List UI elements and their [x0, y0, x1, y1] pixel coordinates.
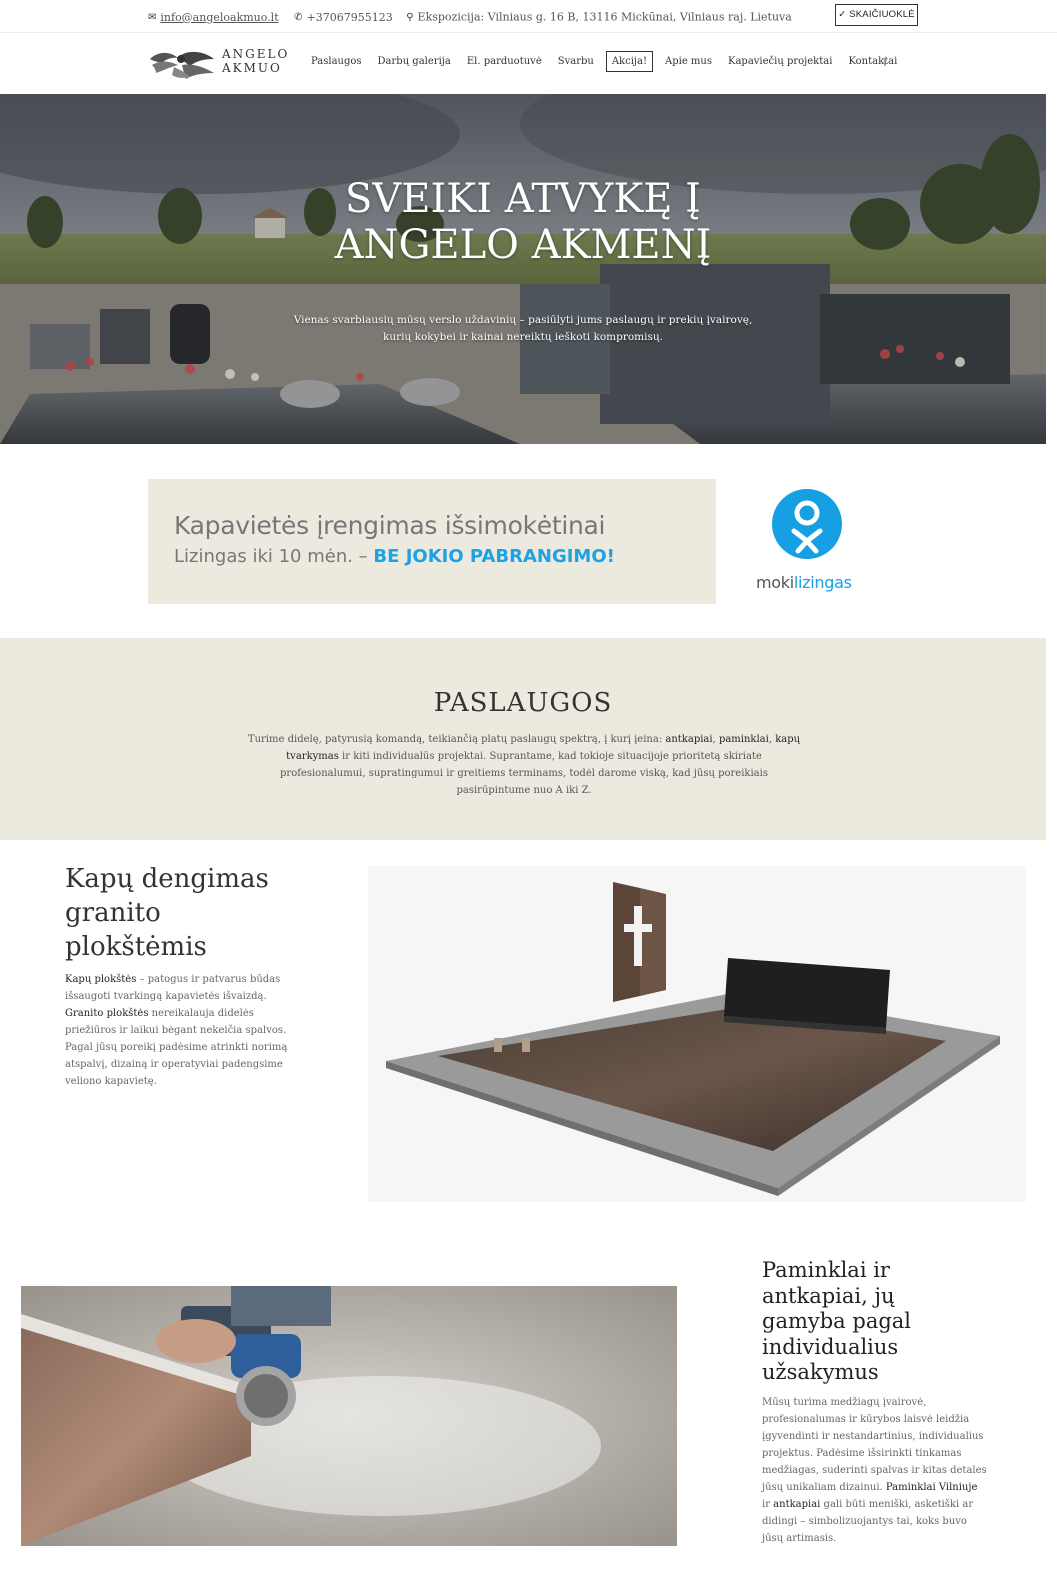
mokilizingas-logo-icon[interactable] — [772, 489, 842, 559]
phone-icon: ✆ — [294, 11, 303, 23]
services-link-paminklai[interactable]: paminklai — [719, 734, 769, 745]
cemetery-photo — [0, 94, 1046, 444]
grave-covering-text-part-2: nereikalauja didelės priežiūros ir laiku… — [65, 1008, 288, 1087]
nav-item-darbu-galerija[interactable]: Darbų galerija — [370, 51, 459, 72]
hero-subtitle: Vienas svarbiausių mūsų verslo uždavinių… — [0, 312, 1046, 346]
grave-render-illustration — [386, 882, 1000, 1196]
nav-item-akcija[interactable]: Akcija! — [605, 51, 653, 72]
nav-item-el-parduotuve[interactable]: El. parduotuvė — [459, 51, 550, 72]
monuments-text-part-2: ir — [762, 1499, 774, 1510]
mokilizingas-prefix: moki — [756, 573, 794, 592]
email-link[interactable]: info@angeloakmuo.lt — [160, 11, 278, 24]
services-section: PASLAUGOS Turime didelę, patyrusią koman… — [0, 638, 1046, 840]
headstones-link[interactable]: antkapiai — [773, 1499, 820, 1510]
site-logo[interactable]: ANGELO AKMUO — [148, 45, 293, 85]
hero-title-line-1: SVEIKI ATVYKĘ Į — [345, 176, 701, 222]
services-link-antkapiai[interactable]: antkapiai — [665, 734, 712, 745]
logo-line-2: AKMUO — [222, 61, 282, 75]
nav-item-svarbu[interactable]: Svarbu — [550, 51, 602, 72]
mokilizingas-wordmark[interactable]: mokilizingas — [756, 573, 852, 592]
monuments-text: Mūsų turima medžiagų įvairovė, profesion… — [762, 1394, 987, 1547]
leasing-headline: Kapavietės įrengimas išsimokėtinai — [174, 511, 606, 540]
granite-slabs-link[interactable]: Granito plokštės — [65, 1008, 148, 1019]
mokilizingas-suffix: lizingas — [793, 573, 852, 592]
nav-item-apie-mus[interactable]: Apie mus — [657, 51, 720, 72]
calculator-button[interactable]: ✓ SKAIČIUOKLĖ — [835, 4, 918, 26]
nav-item-kontaktai[interactable]: Kontaktai — [840, 51, 905, 72]
leasing-subline-text: Lizingas iki 10 mėn. – — [174, 546, 374, 567]
services-title: PASLAUGOS — [433, 688, 613, 718]
services-text: Turime didelę, patyrusią komandą, teikia… — [244, 731, 804, 799]
granite-grave-render — [368, 866, 1026, 1202]
grinder-cutting-stone-illustration — [21, 1286, 677, 1546]
facebook-icon[interactable]: f — [883, 55, 887, 69]
logo-text: ANGELO AKMUO — [222, 47, 289, 75]
angel-logo-icon — [150, 51, 214, 79]
address-text: Ekspozicija: Vilniaus g. 16 B, 13116 Mic… — [417, 10, 792, 24]
hero-subtitle-line-1: Vienas svarbiausių mūsų verslo uždavinių… — [293, 314, 753, 326]
top-info-bar: ✉ info@angeloakmuo.lt ✆ +37067955123 ⚲ Eksp… — [0, 0, 1057, 33]
services-text-part-1: Turime didelę, patyrusią komandą, teikia… — [247, 734, 666, 745]
logo-line-1: ANGELO — [222, 47, 290, 61]
mokilizingas-symbol — [791, 500, 823, 554]
hero-title: SVEIKI ATVYKĘ Į ANGELO AKMENĮ — [0, 176, 1046, 268]
nav-item-kapavieciu-projektai[interactable]: Kapaviečių projektai — [720, 51, 840, 72]
services-text-part-2: ir kiti individualūs projektai. Supranta… — [280, 751, 768, 796]
leasing-banner[interactable]: Kapavietės įrengimas išsimokėtinai Lizin… — [148, 479, 716, 604]
grave-covering-title: Kapų dengimas granito plokštėmis — [65, 864, 269, 962]
hero-banner: SVEIKI ATVYKĘ Į ANGELO AKMENĮ Vienas sva… — [0, 94, 1046, 444]
grave-slabs-link[interactable]: Kapų plokštės — [65, 974, 136, 985]
phone-number[interactable]: +37067955123 — [307, 11, 393, 24]
grave-covering-text: Kapų plokštės – patogus ir patvarus būda… — [65, 971, 295, 1090]
envelope-icon: ✉ — [148, 11, 157, 23]
main-navigation-bar: ANGELO AKMUO Paslaugos Darbų galerija El… — [0, 33, 1057, 94]
stone-cutting-photo — [21, 1286, 677, 1546]
nav-item-paslaugos[interactable]: Paslaugos — [303, 51, 370, 72]
monuments-title: Paminklai ir antkapiai, jų gamyba pagal … — [762, 1258, 912, 1384]
leasing-subline: Lizingas iki 10 mėn. – BE JOKIO PABRANGI… — [174, 546, 615, 567]
monuments-vilnius-link[interactable]: Paminklai Vilniuje — [886, 1482, 978, 1493]
leasing-highlight: BE JOKIO PABRANGIMO! — [373, 546, 615, 567]
monuments-text-part-1: Mūsų turima medžiagų įvairovė, profesion… — [762, 1397, 987, 1493]
contact-info: ✉ info@angeloakmuo.lt ✆ +37067955123 ⚲ Eksp… — [148, 10, 792, 24]
nav-menu: Paslaugos Darbų galerija El. parduotuvė … — [303, 51, 905, 72]
location-pin-icon: ⚲ — [406, 11, 414, 23]
hero-title-line-2: ANGELO AKMENĮ — [334, 222, 712, 268]
hero-subtitle-line-2: kurių kokybei ir kainai nereiktų ieškoti… — [383, 331, 663, 343]
